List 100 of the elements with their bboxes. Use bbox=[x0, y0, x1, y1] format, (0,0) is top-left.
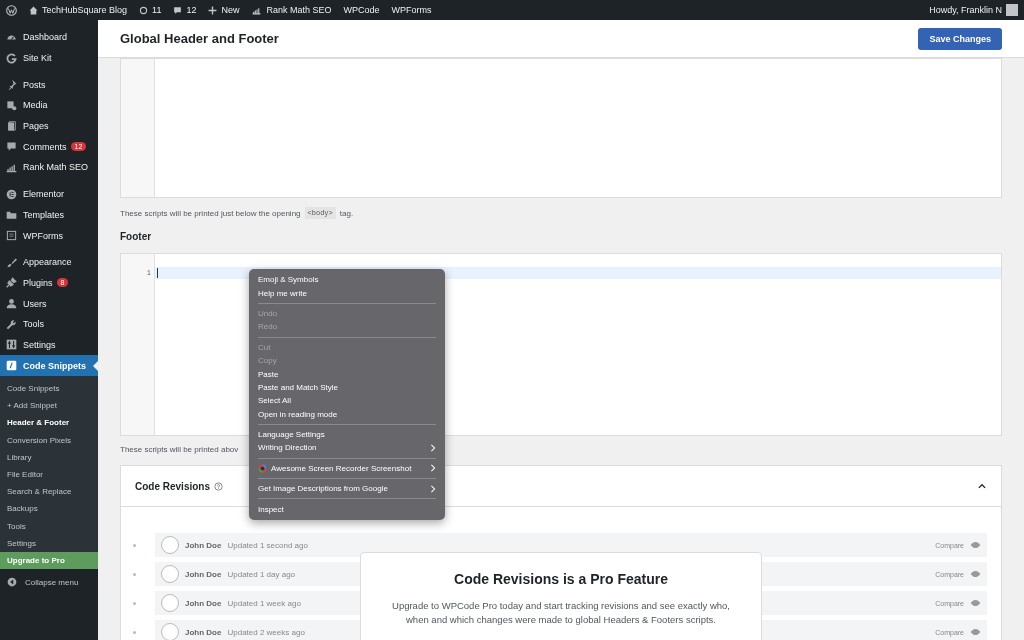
sidebar-item[interactable]: WPForms bbox=[0, 225, 98, 246]
menu-item[interactable]: Open in reading mode bbox=[249, 407, 445, 421]
submenu-item[interactable]: Backups bbox=[0, 500, 98, 518]
menu-item[interactable]: Get Image Descriptions from Google bbox=[249, 482, 445, 496]
sidebar-item[interactable]: Dashboard bbox=[0, 27, 98, 48]
menu-item[interactable]: Select All bbox=[249, 394, 445, 408]
collapse-menu-link[interactable]: Collapse menu bbox=[25, 577, 79, 587]
chevron-right-icon bbox=[430, 484, 436, 493]
avatar-icon bbox=[161, 594, 179, 612]
paintbrush-icon bbox=[6, 256, 17, 268]
code-icon bbox=[6, 360, 17, 372]
submenu-item[interactable]: Settings bbox=[0, 534, 98, 552]
sidebar-item[interactable]: Site Kit bbox=[0, 47, 98, 69]
updated-time: Updated 1 week ago bbox=[227, 598, 301, 608]
updated-time: Updated 2 weeks ago bbox=[227, 627, 305, 637]
timeline-dot bbox=[133, 572, 136, 576]
sidebar-label: Tools bbox=[23, 319, 44, 330]
author-name: John Doe bbox=[185, 627, 222, 637]
menu-item[interactable]: Paste bbox=[249, 367, 445, 381]
timeline-dot bbox=[133, 601, 136, 605]
pushpin-icon bbox=[6, 79, 17, 91]
toolbar-link[interactable]: WPForms bbox=[391, 5, 432, 15]
help-icon[interactable] bbox=[214, 481, 224, 491]
sidebar-item[interactable]: Pages bbox=[0, 115, 98, 137]
text-cursor bbox=[157, 268, 158, 278]
sidebar-label: Plugins bbox=[23, 277, 53, 288]
submenu-item[interactable]: Header & Footer bbox=[0, 414, 98, 432]
sidebar-label: Elementor bbox=[23, 189, 65, 200]
form-icon bbox=[6, 230, 17, 242]
sidebar-item[interactable]: Rank Math SEO bbox=[0, 157, 98, 178]
sidebar-item[interactable]: Elementor bbox=[0, 183, 98, 205]
menu-item[interactable]: Emoji & Symbols bbox=[249, 273, 445, 287]
home-icon bbox=[29, 5, 38, 15]
card-title: Code Revisions is a Pro Feature bbox=[453, 571, 669, 587]
toolbar-link[interactable]: WPCode bbox=[343, 5, 380, 15]
menu-item[interactable]: Help me write bbox=[249, 286, 445, 300]
section-heading: Footer bbox=[120, 231, 153, 242]
sidebar-label: Dashboard bbox=[23, 32, 68, 43]
eye-icon[interactable] bbox=[970, 628, 981, 636]
sidebar-item[interactable]: Media bbox=[0, 95, 98, 116]
updates-count[interactable]: 11 bbox=[152, 5, 162, 15]
sidebar-label: WPForms bbox=[23, 230, 63, 241]
site-name-link[interactable]: TechHubSquare Blog bbox=[42, 5, 128, 15]
sidebar-label: Templates bbox=[23, 209, 65, 220]
menu-item[interactable]: Awesome Screen Recorder Screenshot bbox=[249, 461, 445, 476]
e-circle-icon bbox=[6, 188, 17, 200]
plus-icon bbox=[208, 5, 218, 15]
sidebar-label: Users bbox=[23, 298, 47, 309]
submenu-item[interactable]: Tools bbox=[0, 517, 98, 535]
sidebar-item[interactable]: Settings bbox=[0, 334, 98, 356]
menu-item[interactable]: Writing Direction bbox=[249, 441, 445, 455]
person-icon bbox=[6, 298, 17, 310]
sidebar-label: Comments bbox=[23, 141, 67, 152]
author-name: John Doe bbox=[185, 598, 222, 608]
wordpress-logo-icon[interactable] bbox=[6, 4, 17, 16]
g-logo-icon bbox=[6, 52, 17, 64]
author-name: John Doe bbox=[185, 540, 222, 550]
updated-time: Updated 1 day ago bbox=[227, 569, 296, 579]
hint-text: These scripts will be printed abov bbox=[120, 445, 239, 454]
card-text: Upgrade to WPCode Pro today and start tracking revisions and see exactly who, when and which changes were made to global Headers & Footers scripts. bbox=[391, 599, 731, 628]
greeting-link[interactable]: Howdy, Franklin N bbox=[929, 5, 1002, 15]
sidebar-item[interactable]: Tools bbox=[0, 313, 98, 335]
chevron-right-icon bbox=[430, 464, 436, 473]
submenu-item[interactable]: Conversion Pixels bbox=[0, 431, 98, 449]
submenu-item[interactable]: + Add Snippet bbox=[0, 397, 98, 415]
speech-bubble-icon bbox=[6, 141, 17, 153]
timeline-dot bbox=[133, 630, 136, 634]
submenu-item[interactable]: File Editor bbox=[0, 465, 98, 484]
toolbar-link[interactable]: Rank Math SEO bbox=[266, 5, 332, 15]
avatar-icon bbox=[161, 536, 179, 554]
pages-icon bbox=[6, 120, 17, 132]
chevron-right-icon bbox=[430, 444, 436, 452]
submenu-item[interactable]: Code Snippets bbox=[0, 380, 98, 398]
menu-item[interactable]: Paste and Match Style bbox=[249, 380, 445, 395]
media-icon bbox=[6, 99, 17, 111]
submenu-item[interactable]: Search & Replace bbox=[0, 483, 98, 501]
recorder-logo-icon bbox=[258, 463, 267, 473]
sidebar-item[interactable]: Posts bbox=[0, 74, 98, 96]
sidebar-item[interactable]: Users bbox=[0, 293, 98, 314]
sidebar-label: Pages bbox=[23, 121, 49, 132]
menu-item[interactable]: Inspect bbox=[249, 502, 445, 516]
comments-count[interactable]: 12 bbox=[186, 5, 197, 15]
sidebar-label: Appearance bbox=[23, 257, 72, 268]
save-changes-button[interactable]: Save Changes bbox=[918, 27, 1002, 50]
sidebar-label: Code Snippets bbox=[23, 360, 86, 371]
submenu-item[interactable]: Library bbox=[0, 448, 98, 466]
new-link[interactable]: New bbox=[221, 5, 240, 15]
collapse-icon[interactable] bbox=[7, 577, 17, 588]
panel-title: Code Revisions bbox=[135, 480, 211, 492]
author-name: John Doe bbox=[185, 569, 222, 579]
eye-icon[interactable] bbox=[970, 570, 981, 578]
eye-icon[interactable] bbox=[970, 541, 981, 549]
chevron-up-icon[interactable] bbox=[977, 481, 987, 491]
timeline-dot bbox=[133, 543, 136, 547]
sidebar-item[interactable]: Code Snippets bbox=[0, 355, 98, 376]
eye-icon[interactable] bbox=[970, 599, 981, 607]
sliders-icon bbox=[6, 339, 17, 351]
sidebar-item[interactable]: Templates bbox=[0, 204, 98, 226]
sidebar-label: Posts bbox=[23, 79, 46, 90]
sidebar-item[interactable]: Appearance bbox=[0, 251, 98, 273]
